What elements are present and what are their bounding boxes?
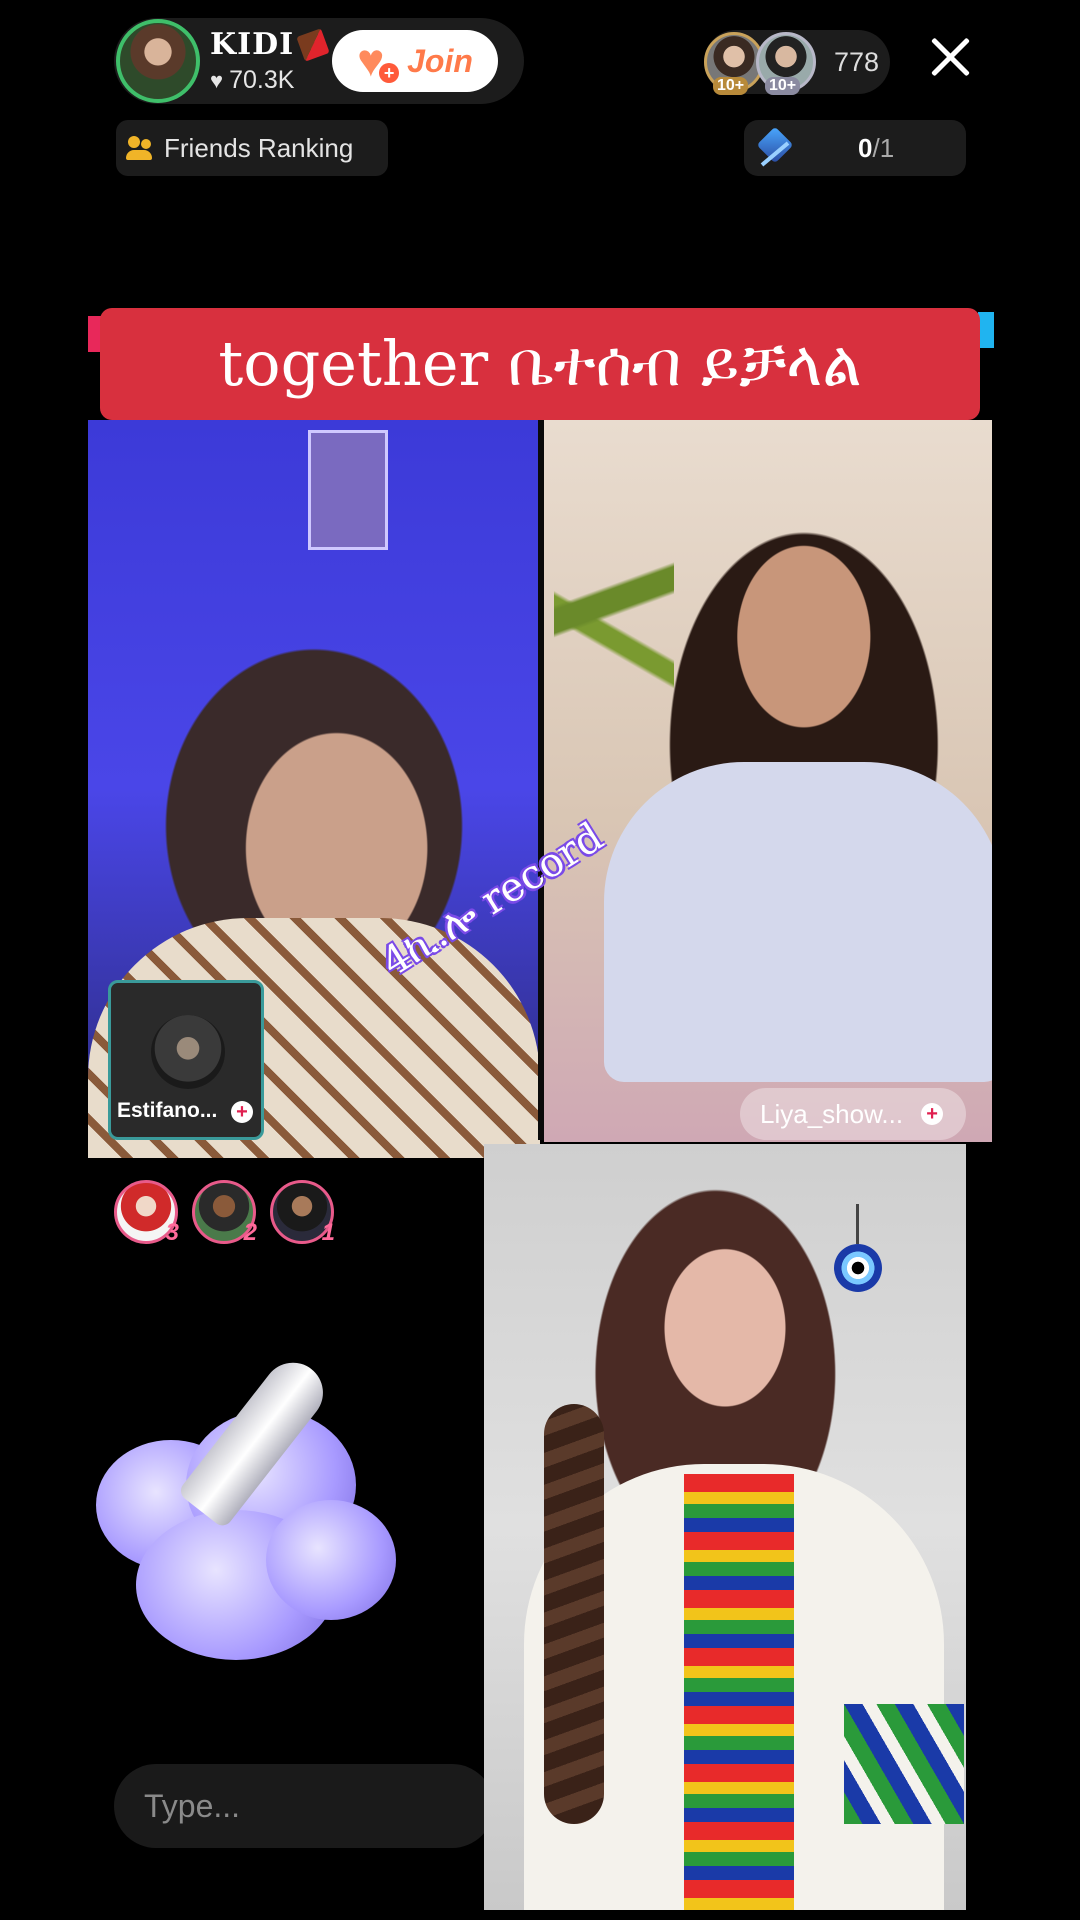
- supporter-avatar[interactable]: 2: [192, 1180, 257, 1246]
- opponent-name: Liya_show...: [760, 1098, 904, 1129]
- chat-input-box[interactable]: [114, 1764, 494, 1848]
- viewer-level-badge: 10+: [713, 77, 749, 95]
- battle-score-bar-right: [978, 312, 994, 348]
- host-likes-count: 70.3K: [229, 66, 295, 94]
- host-name: KIDI: [210, 27, 295, 62]
- supporter-avatar[interactable]: 3: [114, 1180, 179, 1246]
- goal-total: /1: [872, 132, 895, 163]
- viewer-count: 778: [834, 46, 880, 77]
- users-icon: [126, 136, 156, 160]
- guest-name: Estifano...: [117, 1099, 218, 1122]
- top-viewer-avatar[interactable]: 10+: [756, 32, 816, 95]
- close-icon[interactable]: [928, 34, 972, 78]
- supporter-rank: 1: [321, 1219, 335, 1246]
- supporter-rank: 2: [243, 1219, 257, 1246]
- guest-avatar: [151, 1015, 225, 1089]
- opponent-hoodie: [604, 762, 992, 1082]
- goal-progress-pill[interactable]: 0/1: [744, 120, 966, 176]
- opponent-name-tag[interactable]: Liya_show... +: [740, 1088, 966, 1140]
- rocket-gift-animation: [76, 1330, 406, 1670]
- viewer-level-badge: 10+: [765, 77, 801, 95]
- lightning-gem-icon: [754, 128, 798, 168]
- plant: [554, 420, 674, 840]
- top-viewer-avatar[interactable]: 10+: [704, 32, 764, 95]
- creator-reaction-video: [484, 1144, 966, 1910]
- goal-count: 0/1: [858, 133, 894, 164]
- wall-poster: [308, 430, 388, 550]
- supporter-rank: 3: [165, 1219, 179, 1246]
- host-name-row: KIDI: [210, 27, 330, 62]
- heart-plus-icon: [357, 33, 400, 87]
- guest-tile[interactable]: Estifano... +: [108, 980, 264, 1140]
- heart-icon: ♥: [210, 67, 224, 93]
- friends-ranking-label: Friends Ranking: [164, 132, 354, 163]
- follow-plus-icon[interactable]: +: [231, 1101, 253, 1123]
- join-label: Join: [407, 42, 473, 79]
- host-meta: KIDI ♥ 70.3K: [210, 27, 330, 95]
- opponent-video[interactable]: [544, 420, 992, 1142]
- friends-ranking-button[interactable]: Friends Ranking: [116, 120, 388, 176]
- chat-input[interactable]: [144, 1787, 494, 1825]
- chocolate-icon: [296, 27, 330, 62]
- goal-current: 0: [858, 132, 873, 163]
- join-button[interactable]: Join: [332, 30, 498, 92]
- host-avatar[interactable]: [116, 19, 200, 103]
- hair-braid: [544, 1404, 604, 1824]
- dress-sleeve: [844, 1704, 964, 1824]
- dress-pattern: [684, 1474, 794, 1910]
- caption-text: together ቤተሰብ ይቻላል: [218, 327, 862, 400]
- caption-banner: together ቤተሰብ ይቻላል: [100, 308, 980, 420]
- supporter-avatar[interactable]: 1: [270, 1180, 335, 1246]
- host-info-pill[interactable]: KIDI ♥ 70.3K Join: [114, 18, 524, 104]
- evil-eye-icon: [834, 1204, 882, 1292]
- host-likes: ♥ 70.3K: [210, 66, 326, 95]
- top-supporters: 3 2 1: [114, 1180, 335, 1246]
- smoke-cloud: [266, 1500, 396, 1620]
- follow-plus-icon[interactable]: +: [921, 1103, 944, 1125]
- viewer-list[interactable]: 10+ 10+ 778: [704, 30, 890, 95]
